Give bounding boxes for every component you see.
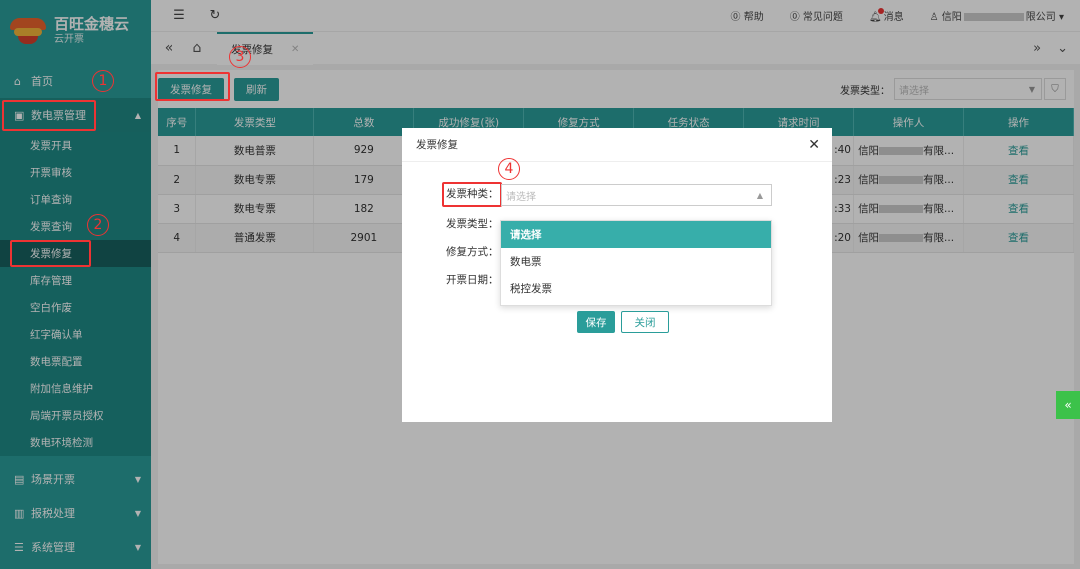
step-marker: 4	[498, 158, 520, 180]
step-marker: 3	[229, 46, 251, 68]
save-button[interactable]: 保存	[577, 311, 615, 333]
repair-dialog: 发票修复 ✕ 发票种类： 4 请选择 ▲ 发票类型： 修复方式： 开票日期： 请…	[402, 128, 832, 422]
field-type: 发票类型：	[446, 216, 499, 231]
step-number: 1	[98, 73, 108, 89]
highlight-box	[155, 72, 230, 101]
highlight-box	[442, 182, 502, 207]
field-date: 开票日期：	[446, 272, 499, 287]
dropdown-option[interactable]: 请选择	[501, 221, 771, 248]
expand-panel-icon[interactable]: «	[1056, 391, 1080, 419]
highlight-box	[2, 100, 96, 131]
close-icon[interactable]: ✕	[808, 137, 820, 153]
step-number: 4	[504, 161, 514, 177]
dropdown-option[interactable]: 数电票	[501, 248, 771, 275]
category-dropdown: 请选择 数电票 税控发票	[500, 220, 772, 306]
field-label: 修复方式：	[446, 246, 499, 258]
select-placeholder: 请选择	[506, 191, 536, 203]
field-label: 开票日期：	[446, 274, 499, 286]
caret-up-icon: ▲	[756, 190, 763, 200]
dropdown-option[interactable]: 税控发票	[501, 275, 771, 302]
close-button[interactable]: 关闭	[621, 311, 669, 333]
dialog-header: 发票修复 ✕	[402, 128, 832, 162]
step-number: 3	[235, 49, 245, 65]
category-select[interactable]: 请选择 ▲	[501, 184, 772, 206]
step-marker: 2	[87, 214, 109, 236]
step-number: 2	[93, 217, 103, 233]
step-marker: 1	[92, 70, 114, 92]
field-label: 发票类型：	[446, 218, 499, 230]
dialog-title: 发票修复	[416, 139, 458, 151]
highlight-box	[10, 240, 91, 267]
field-method: 修复方式：	[446, 244, 499, 259]
